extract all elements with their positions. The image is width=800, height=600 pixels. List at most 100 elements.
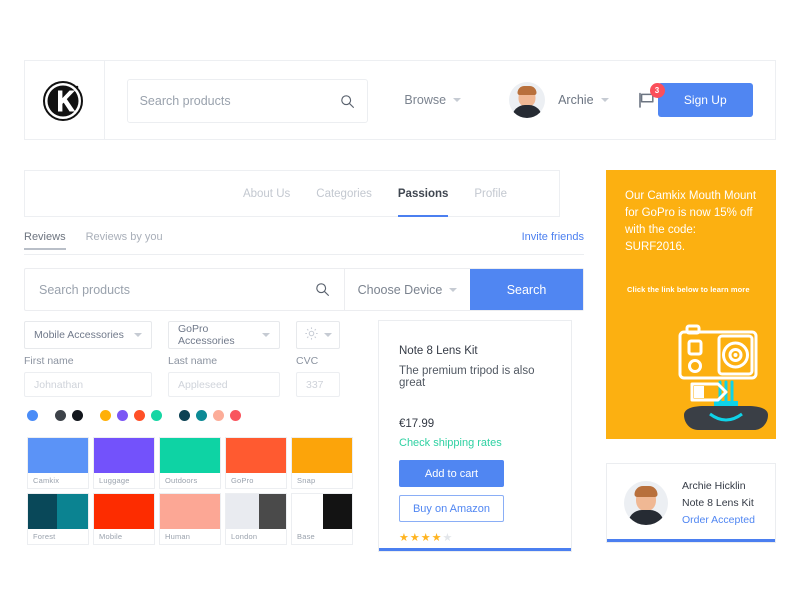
color-dot[interactable] (213, 410, 224, 421)
color-dot[interactable] (72, 410, 83, 421)
invite-friends-link[interactable]: Invite friends (522, 231, 584, 243)
product-card: Note 8 Lens Kit The premium tripod is al… (378, 320, 572, 552)
cvc-field[interactable]: 337 (296, 372, 340, 397)
swatch-label: Mobile (99, 532, 123, 541)
rating-star[interactable]: ★ (410, 531, 420, 544)
order-card: Archie Hicklin Note 8 Lens Kit Order Acc… (606, 463, 776, 543)
notifications-button[interactable]: 3 (636, 83, 665, 111)
color-swatch[interactable]: GoPro (225, 437, 287, 489)
swatch-chip (160, 438, 220, 473)
product-search-input[interactable] (39, 282, 315, 297)
color-dot-row (27, 410, 241, 421)
color-swatch[interactable]: Luggage (93, 437, 155, 489)
tab-label: Passions (397, 187, 449, 200)
first-name-placeholder: Johnathan (34, 378, 84, 391)
subtab-reviews-by-you[interactable]: Reviews by you (86, 231, 163, 250)
color-dot[interactable] (179, 410, 190, 421)
tab-categories[interactable]: Categories (316, 170, 372, 217)
rating-star[interactable]: ★ (432, 531, 442, 544)
color-dot[interactable] (230, 410, 241, 421)
tab-passions[interactable]: Passions (397, 170, 449, 217)
color-dot[interactable] (55, 410, 66, 421)
swatch-chip (160, 494, 220, 529)
color-swatch[interactable]: Human (159, 493, 221, 545)
category-select-1[interactable]: Mobile Accessories (24, 321, 152, 349)
card-accent-bar (379, 548, 571, 551)
order-status[interactable]: Order Accepted (682, 514, 755, 526)
add-to-cart-button[interactable]: Add to cart (399, 460, 504, 487)
last-name-group: Last name Appleseed (168, 355, 280, 397)
swatch-label: Luggage (99, 476, 130, 485)
avatar-hair (634, 486, 658, 497)
primary-nav: About Us Categories Passions Profile (24, 170, 560, 217)
color-swatch[interactable]: Outdoors (159, 437, 221, 489)
color-dot[interactable] (27, 410, 38, 421)
chevron-down-icon (449, 287, 458, 292)
color-swatch[interactable]: Camkix (27, 437, 89, 489)
swatch-chip (292, 494, 352, 529)
cvc-placeholder: 337 (306, 378, 324, 391)
rating-star[interactable]: ★ (421, 531, 431, 544)
last-name-placeholder: Appleseed (178, 378, 228, 391)
shipping-rates-link[interactable]: Check shipping rates (399, 437, 551, 449)
color-swatch[interactable]: Base (291, 493, 353, 545)
gopro-camera-icon (662, 322, 772, 434)
user-menu[interactable]: Archie (558, 61, 609, 139)
promo-headline: Our Camkix Mouth Mount for GoPro is now … (625, 190, 757, 253)
chevron-down-icon (453, 98, 462, 102)
cvc-group: CVC 337 (296, 355, 340, 397)
device-select[interactable]: Choose Device (345, 269, 470, 310)
rating-star[interactable]: ★ (399, 531, 409, 544)
swatch-label: Base (297, 532, 315, 541)
tab-label: About Us (242, 187, 291, 200)
chevron-down-icon (134, 333, 142, 337)
category-select-1-label: Mobile Accessories (34, 329, 124, 341)
color-swatch[interactable]: Snap (291, 437, 353, 489)
color-swatch[interactable]: Forest (27, 493, 89, 545)
first-name-group: First name Johnathan (24, 355, 152, 397)
swatch-chip (28, 494, 88, 529)
buy-on-amazon-button[interactable]: Buy on Amazon (399, 495, 504, 522)
swatch-label: Camkix (33, 476, 60, 485)
notification-badge: 3 (649, 83, 665, 98)
signup-button[interactable]: Sign Up (657, 83, 754, 117)
chevron-down-icon (600, 98, 609, 102)
swatch-label: GoPro (231, 476, 254, 485)
rating-star[interactable]: ★ (443, 531, 453, 544)
subtab-reviews[interactable]: Reviews (24, 231, 66, 250)
color-dot[interactable] (134, 410, 145, 421)
tab-label: Categories (316, 187, 372, 200)
swatch-label: Human (165, 532, 191, 541)
color-swatch[interactable]: Mobile (93, 493, 155, 545)
swatch-label: Forest (33, 532, 56, 541)
swatch-chip (226, 494, 286, 529)
search-button[interactable]: Search (470, 269, 583, 310)
product-rating: ★ ★ ★ ★ ★ (399, 531, 551, 544)
subtab-label: Reviews (24, 231, 66, 243)
promo-banner[interactable]: Our Camkix Mouth Mount for GoPro is now … (606, 170, 776, 439)
settings-select[interactable] (296, 321, 340, 349)
color-dot[interactable] (151, 410, 162, 421)
browse-menu[interactable]: Browse (404, 61, 462, 139)
swatch-chip (94, 494, 154, 529)
color-swatch[interactable]: London (225, 493, 287, 545)
avatar[interactable] (509, 82, 546, 118)
swatch-label: Snap (297, 476, 316, 485)
cvc-label: CVC (296, 355, 319, 367)
color-dot[interactable] (196, 410, 207, 421)
last-name-field[interactable]: Appleseed (168, 372, 280, 397)
avatar-body (628, 510, 664, 525)
site-header: Browse Archie 3 Sign Up (24, 60, 776, 140)
header-search-input[interactable] (139, 94, 341, 108)
product-search-field[interactable] (25, 269, 345, 310)
tab-label: Profile (474, 187, 507, 200)
color-dot[interactable] (117, 410, 128, 421)
category-select-2[interactable]: GoPro Accessories (168, 321, 280, 349)
tab-about-us[interactable]: About Us (243, 170, 290, 217)
header-search-box[interactable] (126, 79, 369, 123)
logo-cell[interactable] (25, 61, 105, 139)
first-name-field[interactable]: Johnathan (24, 372, 152, 397)
tab-profile[interactable]: Profile (474, 170, 507, 217)
checkout-fields: First name Johnathan Last name Appleseed… (24, 355, 340, 397)
color-dot[interactable] (100, 410, 111, 421)
